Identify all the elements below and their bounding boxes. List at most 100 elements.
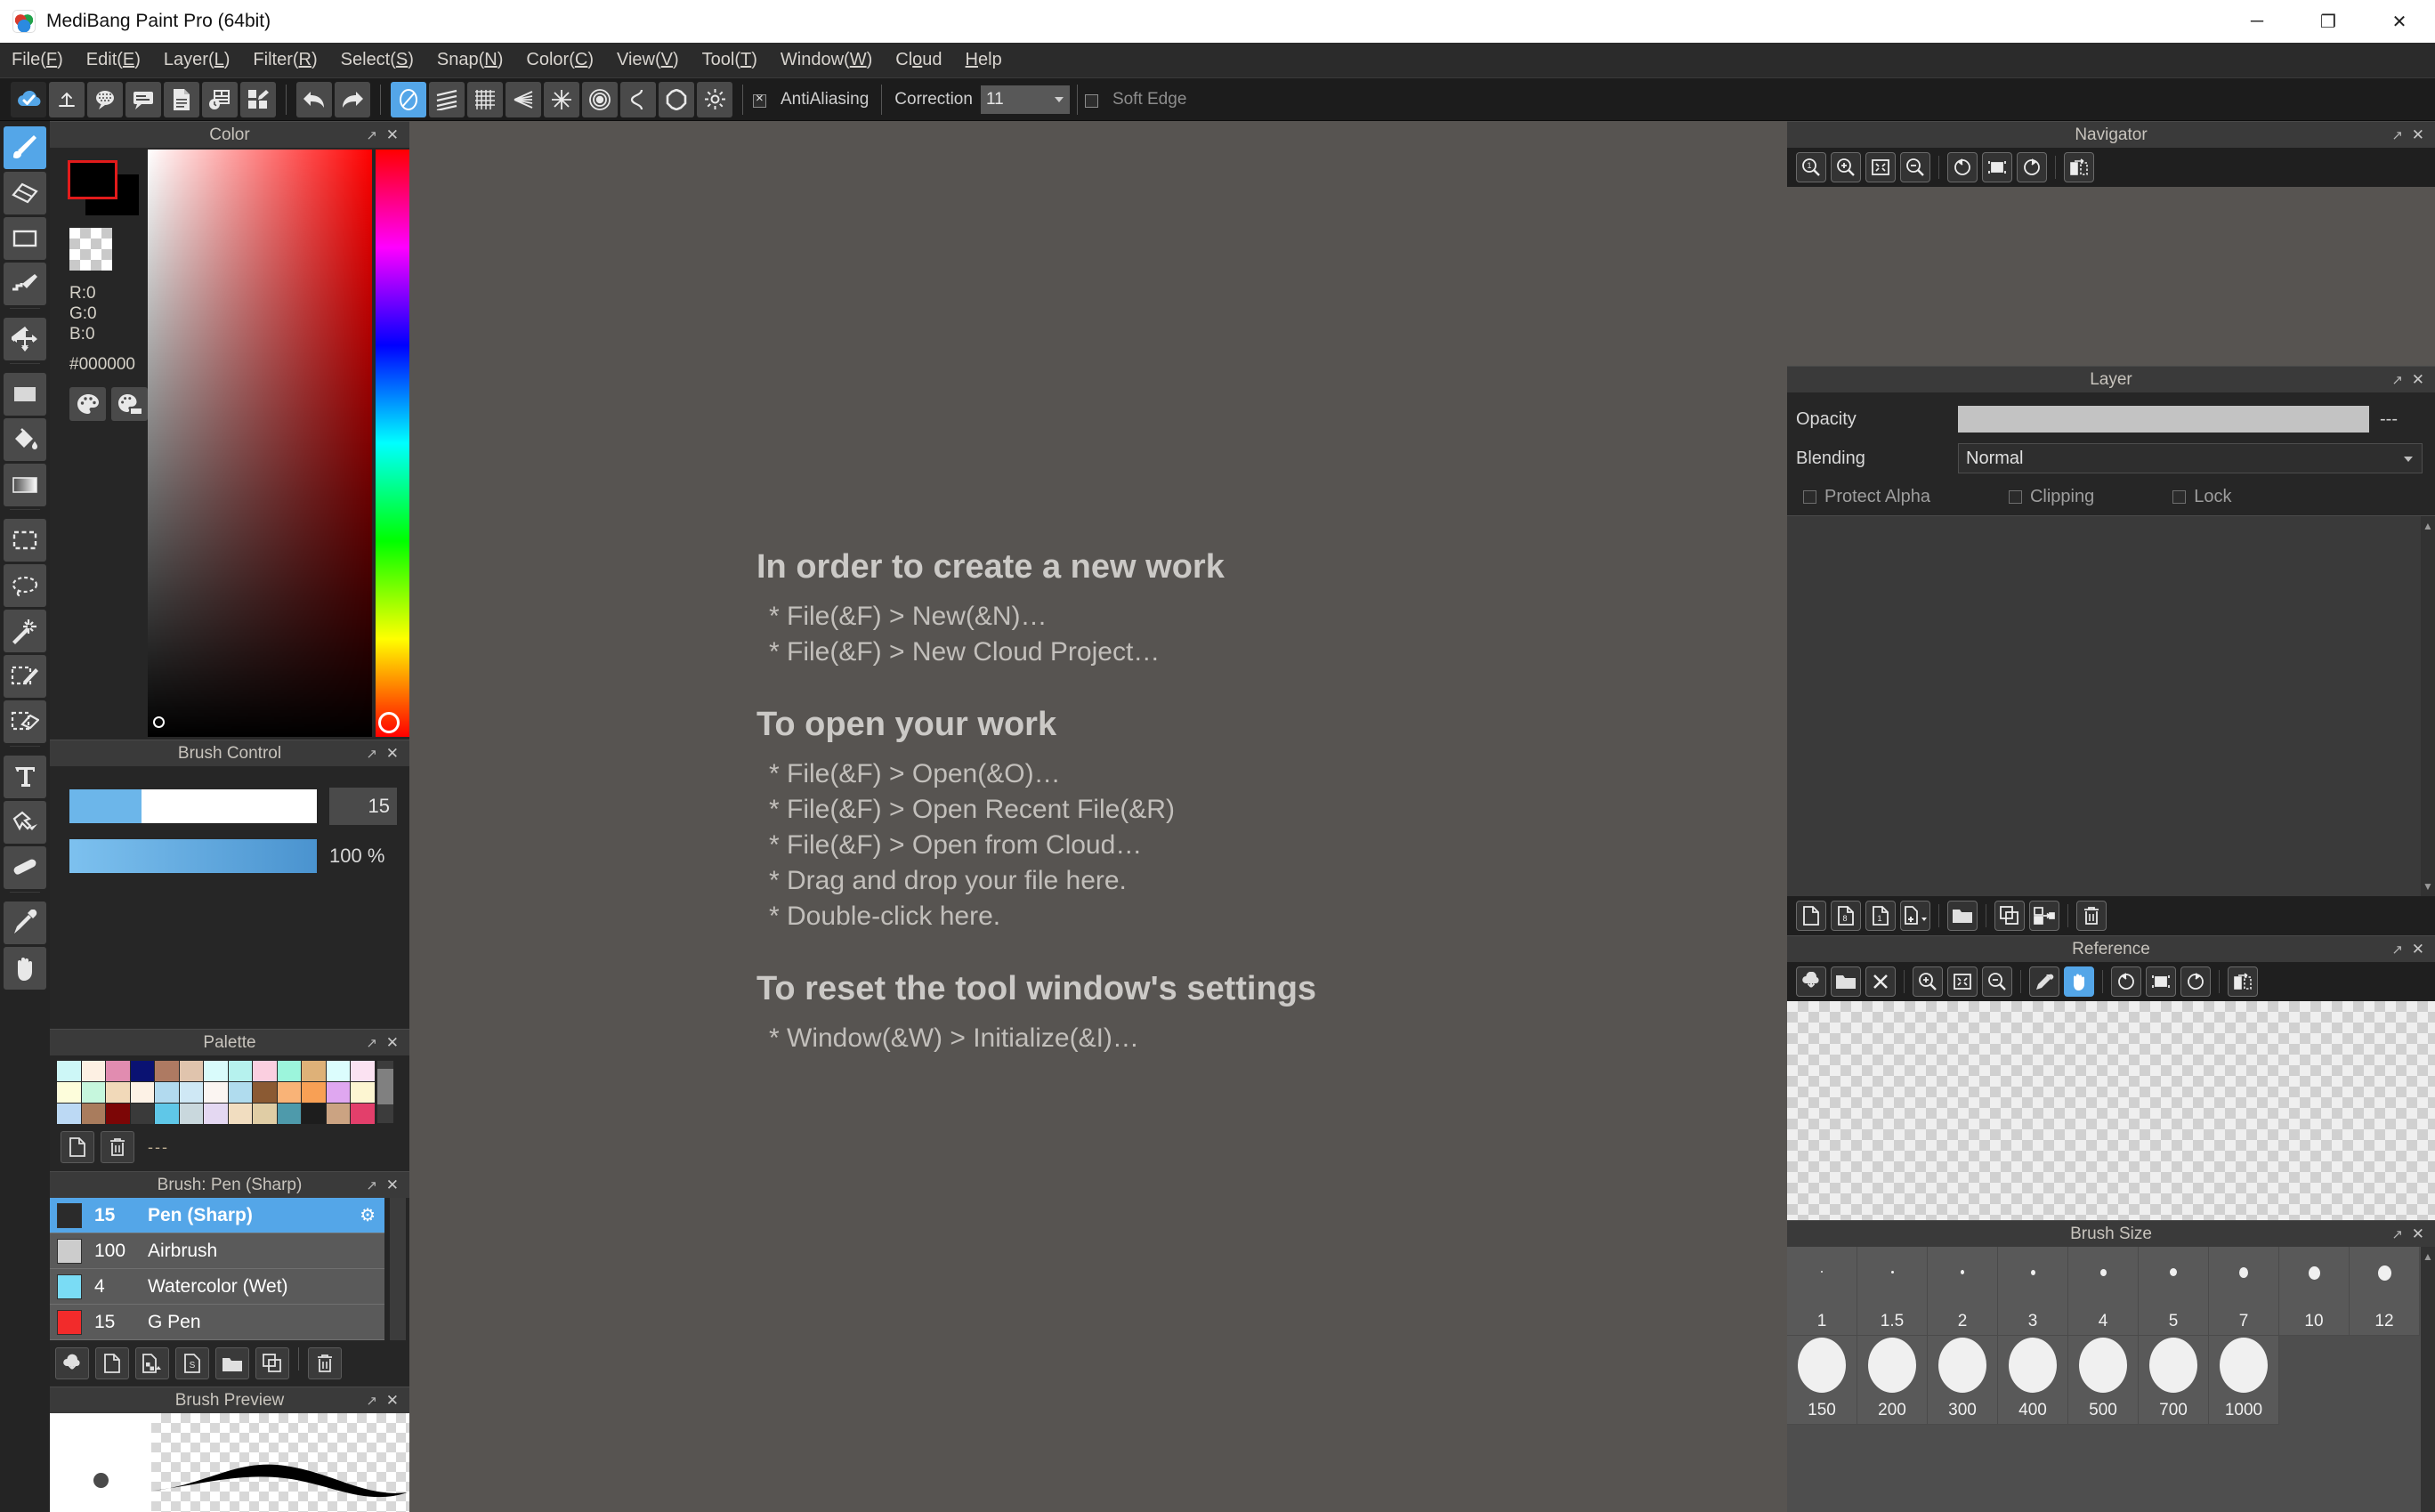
brush-size-cell[interactable]: 10 <box>2279 1247 2350 1336</box>
minimize-button[interactable]: ─ <box>2221 0 2293 43</box>
sv-cursor[interactable] <box>153 716 165 728</box>
popout-icon[interactable]: ↗ <box>366 1177 377 1193</box>
close-icon[interactable]: ✕ <box>2412 371 2424 389</box>
brush-size-value[interactable]: 15 <box>329 788 397 825</box>
snap-vanishing-point-icon[interactable] <box>506 82 541 117</box>
brush-new-icon[interactable] <box>95 1347 129 1379</box>
storyboard-icon[interactable] <box>202 82 238 117</box>
palette-grid[interactable] <box>57 1061 376 1124</box>
reference-canvas[interactable] <box>1787 1001 2435 1220</box>
palette-swatch[interactable] <box>155 1104 179 1124</box>
undo-arrow-icon[interactable] <box>296 82 332 117</box>
popout-icon[interactable]: ↗ <box>2391 127 2403 143</box>
palette-swatch[interactable] <box>302 1082 326 1103</box>
snap-concentric-icon[interactable] <box>582 82 618 117</box>
palette-swatch[interactable] <box>302 1104 326 1124</box>
palette-swatch[interactable] <box>204 1082 228 1103</box>
close-icon[interactable]: ✕ <box>2412 1225 2424 1243</box>
speech-balloon-icon[interactable] <box>87 82 123 117</box>
operation-tool[interactable] <box>4 801 46 844</box>
brush-delete-icon[interactable] <box>308 1347 342 1379</box>
brush-script-icon[interactable]: S <box>175 1347 209 1379</box>
brush-size-cell[interactable]: 2 <box>1928 1247 1998 1336</box>
new-palette-icon[interactable] <box>61 1131 94 1163</box>
blending-dropdown[interactable]: Normal <box>1958 443 2423 473</box>
layer-list-scrollbar[interactable]: ▲ ▼ <box>2421 516 2435 896</box>
brush-add-image-icon[interactable] <box>135 1347 169 1379</box>
reference-load-cloud-icon[interactable] <box>1796 966 1826 997</box>
palette-icon[interactable] <box>69 387 106 421</box>
popout-icon[interactable]: ↗ <box>2391 942 2403 958</box>
palette-swatch[interactable] <box>229 1082 253 1103</box>
layer-list[interactable]: ▲ ▼ <box>1787 515 2435 896</box>
palette-swatch[interactable] <box>351 1104 375 1124</box>
brush-size-cell[interactable]: 3 <box>1998 1247 2068 1336</box>
fit-screen-icon[interactable] <box>1865 152 1896 182</box>
fill-rect-tool[interactable] <box>4 373 46 416</box>
close-button[interactable]: ✕ <box>2364 0 2435 43</box>
brush-size-cell[interactable]: 1.5 <box>1857 1247 1928 1336</box>
menu-item-layerl[interactable]: Layer(L) <box>152 43 242 78</box>
zoom-in-icon[interactable] <box>1831 152 1861 182</box>
palette-swatch[interactable] <box>278 1061 302 1081</box>
snap-curve-icon[interactable] <box>620 82 656 117</box>
brush-size-cell[interactable]: 1 <box>1787 1247 1857 1336</box>
close-icon[interactable]: ✕ <box>2412 126 2424 144</box>
snap-settings-gear-icon[interactable] <box>697 82 732 117</box>
opacity-slider[interactable] <box>1958 406 2369 433</box>
reference-close-x-icon[interactable] <box>1865 966 1896 997</box>
palette-swatch[interactable] <box>82 1061 106 1081</box>
palette-swatch[interactable] <box>229 1104 253 1124</box>
palette-swatch[interactable] <box>180 1104 204 1124</box>
new-8bit-layer-icon[interactable]: 8 <box>1831 901 1861 931</box>
close-icon[interactable]: ✕ <box>386 745 399 763</box>
layer-checkbox-clipping[interactable]: Clipping <box>2009 487 2164 507</box>
brush-size-cell[interactable]: 500 <box>2068 1336 2139 1425</box>
palette-scrollbar[interactable] <box>377 1061 393 1123</box>
snap-grid-icon[interactable] <box>467 82 503 117</box>
brush-size-cell[interactable]: 4 <box>2068 1247 2139 1336</box>
hue-slider[interactable] <box>376 150 409 737</box>
palette-swatch[interactable] <box>57 1082 81 1103</box>
reference-rotate-left-icon[interactable] <box>2111 966 2141 997</box>
snap-polygon-icon[interactable] <box>659 82 694 117</box>
checkbox-box[interactable] <box>1803 490 1816 504</box>
bucket-tool[interactable] <box>4 418 46 461</box>
brush-size-cell[interactable]: 1000 <box>2209 1336 2279 1425</box>
reference-open-folder-icon[interactable] <box>1831 966 1861 997</box>
merge-layer-icon[interactable] <box>2029 901 2059 931</box>
move-tool[interactable] <box>4 318 46 360</box>
menu-item-filterr[interactable]: Filter(R) <box>241 43 328 78</box>
scroll-up-arrow-icon[interactable]: ▲ <box>2421 520 2435 532</box>
canvas-frame-tool[interactable] <box>4 217 46 260</box>
menu-item-viewv[interactable]: View(V) <box>605 43 691 78</box>
select-eraser-tool[interactable] <box>4 700 46 743</box>
menu-item-edite[interactable]: Edit(E) <box>75 43 152 78</box>
scroll-down-arrow-icon[interactable]: ▼ <box>2421 880 2435 893</box>
scroll-up-arrow-icon[interactable]: ▲ <box>2421 1250 2435 1263</box>
menu-item-selects[interactable]: Select(S) <box>329 43 425 78</box>
palette-swatch[interactable] <box>155 1061 179 1081</box>
palette-bar-icon[interactable] <box>111 387 148 421</box>
brush-size-cell[interactable]: 300 <box>1928 1336 1998 1425</box>
cloud-upload-icon[interactable] <box>49 82 85 117</box>
soft-edge-checkbox[interactable] <box>1085 94 1098 108</box>
menu-item-cloud[interactable]: Cloud <box>884 43 953 78</box>
menu-item-filef[interactable]: File(F) <box>0 43 75 78</box>
palette-swatch[interactable] <box>253 1104 277 1124</box>
brush-list-item[interactable]: 4Watercolor (Wet) <box>50 1269 384 1305</box>
palette-swatch[interactable] <box>351 1082 375 1103</box>
brush-tool[interactable] <box>4 126 46 169</box>
brush-size-cell[interactable]: 12 <box>2350 1247 2420 1336</box>
checkbox-box[interactable] <box>2009 490 2022 504</box>
foreground-color-swatch[interactable] <box>68 160 117 199</box>
brush-size-cell[interactable]: 700 <box>2139 1336 2209 1425</box>
hand-tool[interactable] <box>4 947 46 990</box>
palette-swatch[interactable] <box>106 1082 130 1103</box>
delete-palette-icon[interactable] <box>101 1131 134 1163</box>
duplicate-layer-icon[interactable] <box>1994 901 2025 931</box>
zoom-out-icon[interactable] <box>1900 152 1930 182</box>
brush-download-cloud-icon[interactable] <box>55 1347 89 1379</box>
antialiasing-checkbox[interactable] <box>753 94 766 108</box>
eyedropper-tool[interactable] <box>4 902 46 944</box>
